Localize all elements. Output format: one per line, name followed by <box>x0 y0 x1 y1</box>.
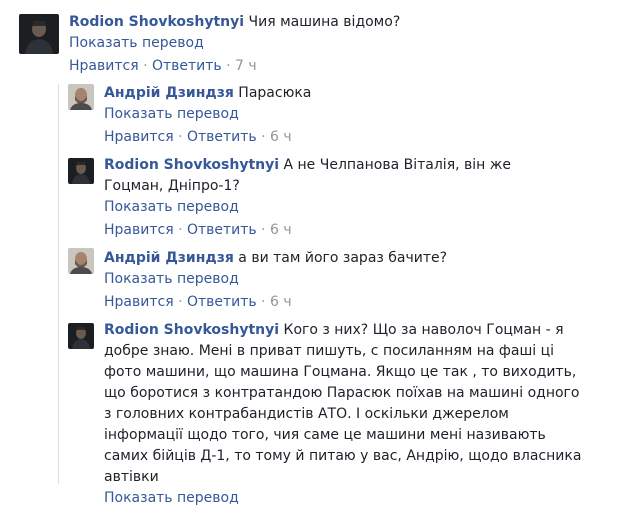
reply-link[interactable]: Ответить <box>187 129 257 145</box>
show-translation-link[interactable]: Показать перевод <box>69 33 629 54</box>
avatar[interactable] <box>68 84 94 110</box>
separator: · <box>261 222 266 238</box>
comment-text: Чия машина відомо? <box>248 14 401 30</box>
like-link[interactable]: Нравится <box>104 222 174 238</box>
avatar[interactable] <box>68 323 94 349</box>
avatar[interactable] <box>19 14 59 54</box>
reply-link[interactable]: Ответить <box>187 222 257 238</box>
comment-author[interactable]: Андрій Дзиндзя <box>104 250 234 266</box>
comment-text: Парасюка <box>238 85 312 101</box>
separator: · <box>261 294 266 310</box>
avatar[interactable] <box>68 158 94 184</box>
comment-text: а ви там його зараз бачите? <box>238 250 448 266</box>
show-translation-link[interactable]: Показать перевод <box>104 269 629 290</box>
reply-link[interactable]: Ответить <box>187 294 257 310</box>
show-translation-link[interactable]: Показать перевод <box>104 197 544 218</box>
separator: · <box>178 294 183 310</box>
separator: · <box>143 58 148 74</box>
show-translation-link[interactable]: Показать перевод <box>104 104 629 125</box>
comment-author[interactable]: Андрій Дзиндзя <box>104 85 234 101</box>
separator: · <box>178 129 183 145</box>
timestamp-link[interactable]: 6 ч <box>270 222 292 238</box>
comment-author[interactable]: Rodion Shovkoshytnyi <box>104 322 279 338</box>
timestamp-link[interactable]: 7 ч <box>235 58 257 74</box>
separator: · <box>261 129 266 145</box>
reply-thread-line <box>58 84 59 484</box>
separator: · <box>226 58 231 74</box>
show-translation-link[interactable]: Показать перевод <box>104 488 584 509</box>
reply-link[interactable]: Ответить <box>152 58 222 74</box>
like-link[interactable]: Нравится <box>104 129 174 145</box>
like-link[interactable]: Нравится <box>69 58 139 74</box>
avatar[interactable] <box>68 248 94 274</box>
comment-author[interactable]: Rodion Shovkoshytnyi <box>104 157 279 173</box>
comment-author[interactable]: Rodion Shovkoshytnyi <box>69 14 244 30</box>
timestamp-link[interactable]: 6 ч <box>270 129 292 145</box>
like-link[interactable]: Нравится <box>104 294 174 310</box>
separator: · <box>178 222 183 238</box>
comment-text: Кого з них? Що за наволоч Гоцман - я доб… <box>104 322 582 485</box>
timestamp-link[interactable]: 6 ч <box>270 294 292 310</box>
